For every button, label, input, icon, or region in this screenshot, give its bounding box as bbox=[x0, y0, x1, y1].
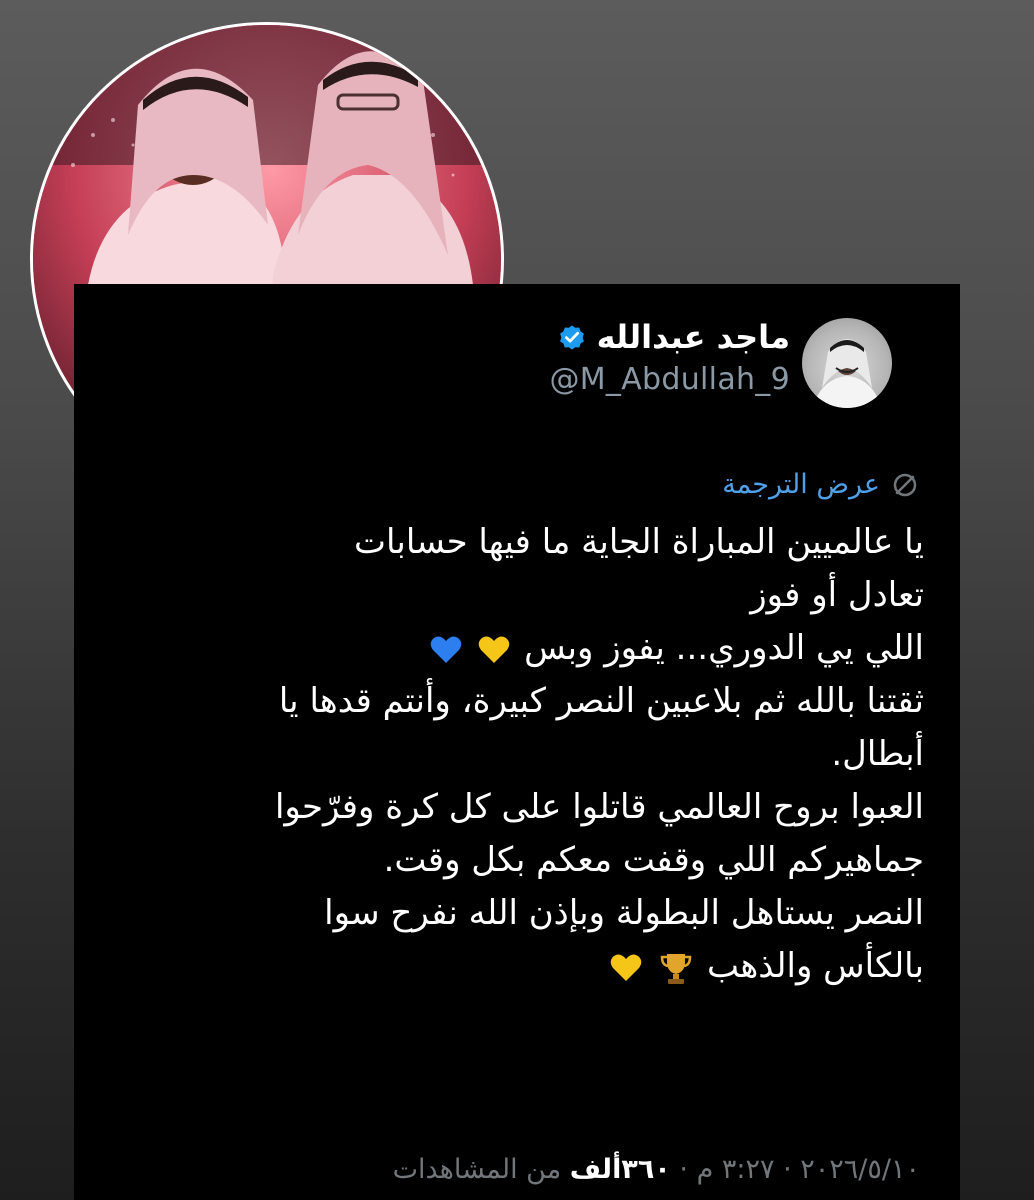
translate-label[interactable]: عرض الترجمة bbox=[722, 469, 880, 500]
tweet-line: ثقتنا بالله ثم بلاعبين النصر كبيرة، وأنت… bbox=[278, 681, 924, 721]
verified-badge-icon bbox=[559, 325, 584, 350]
tweet-line: جماهيركم اللي وقفت معكم بكل وقت. bbox=[383, 840, 924, 880]
views-count[interactable]: ٣٦٠ألف bbox=[570, 1154, 671, 1185]
tweet-line-with-emoji: بالكأس والذهب bbox=[104, 940, 924, 993]
tweet-line-with-emoji: اللي يي الدوري... يفوز وبس bbox=[104, 622, 924, 675]
avatar[interactable] bbox=[802, 318, 892, 408]
yellow-heart-icon bbox=[611, 954, 642, 981]
tweet-line: أبطال. bbox=[831, 734, 924, 774]
tweet-line: بالكأس والذهب bbox=[706, 946, 924, 986]
tweet-author: ماجد عبدالله @M_Abdullah_9 bbox=[549, 318, 790, 397]
display-name-row[interactable]: ماجد عبدالله bbox=[549, 318, 790, 356]
tweet-line: النصر يستاهل البطولة وبإذن الله نفرح سوا bbox=[324, 893, 924, 933]
translate-link[interactable]: عرض الترجمة bbox=[722, 469, 920, 500]
tweet-date: ٢٠٢٦/٥/١٠ bbox=[800, 1154, 920, 1185]
profile-photo bbox=[812, 339, 882, 408]
tweet-meta: ٢٠٢٦/٥/١٠ · ٣:٢٧ م · ٣٦٠ألف من المشاهدات bbox=[393, 1154, 920, 1185]
handle[interactable]: @M_Abdullah_9 bbox=[549, 362, 790, 397]
tweet-line: العبوا بروح العالمي قاتلوا على كل كرة وف… bbox=[274, 787, 924, 827]
views-label: من المشاهدات bbox=[392, 1154, 562, 1185]
tweet-time: ٣:٢٧ م bbox=[696, 1154, 775, 1185]
tweet-line: تعادل أو فوز bbox=[750, 575, 924, 615]
trophy-icon bbox=[660, 953, 692, 984]
separator: · bbox=[679, 1154, 688, 1185]
translate-icon bbox=[893, 473, 917, 496]
tweet-line: يا عالميين المباراة الجاية ما فيها حسابا… bbox=[354, 522, 924, 562]
yellow-heart-icon bbox=[479, 636, 510, 663]
display-name[interactable]: ماجد عبدالله bbox=[597, 318, 790, 356]
separator: · bbox=[783, 1154, 792, 1185]
tweet-card: ماجد عبدالله @M_Abdullah_9 عرض الترجمة ي… bbox=[74, 284, 960, 1200]
tweet-line: اللي يي الدوري... يفوز وبس bbox=[524, 628, 924, 668]
tweet-text: يا عالميين المباراة الجاية ما فيها حسابا… bbox=[104, 516, 924, 993]
blue-heart-icon bbox=[430, 636, 461, 663]
